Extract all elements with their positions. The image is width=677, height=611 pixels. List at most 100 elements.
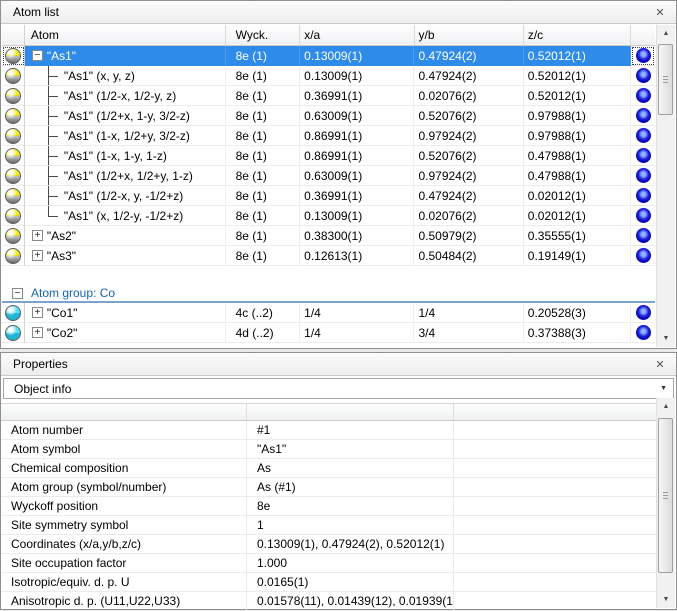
yb-cell[interactable]: 0.47924(2) (414, 46, 523, 66)
atom-group-row[interactable]: −Atom group: Co (2, 285, 655, 303)
wyckoff-cell[interactable]: 8e (1) (226, 226, 301, 246)
wyckoff-cell[interactable]: 8e (1) (226, 246, 301, 266)
atom-row[interactable]: +"Co2"4d (..2)1/43/40.37388(3) (2, 323, 655, 343)
xa-cell[interactable]: 0.86991(1) (300, 146, 414, 166)
xa-cell[interactable]: 0.86991(1) (300, 126, 414, 146)
xa-cell[interactable]: 0.38300(1) (300, 226, 414, 246)
close-icon[interactable]: ✕ (652, 4, 668, 20)
atom-color-button[interactable] (636, 128, 651, 143)
wyckoff-cell[interactable]: 8e (1) (226, 206, 301, 226)
zc-cell[interactable]: 0.20528(3) (524, 303, 631, 323)
property-row[interactable]: Site occupation factor1.000 (1, 554, 656, 573)
yb-cell[interactable]: 0.47924(2) (414, 66, 523, 86)
xa-cell[interactable]: 1/4 (300, 323, 414, 343)
zc-cell[interactable]: 0.02012(1) (524, 186, 631, 206)
wyckoff-cell[interactable]: 8e (1) (226, 86, 301, 106)
atom-icon-cell[interactable] (2, 66, 25, 86)
property-row[interactable]: Atom group (symbol/number)As (#1) (1, 478, 656, 497)
atom-name-cell[interactable]: "As1" (1/2+x, 1-y, 3/2-z) (25, 106, 226, 126)
expand-plus-icon[interactable]: + (32, 327, 43, 338)
yb-cell[interactable]: 0.52076(2) (414, 146, 523, 166)
wyckoff-cell[interactable]: 8e (1) (226, 146, 301, 166)
zc-cell[interactable]: 0.47988(1) (524, 146, 631, 166)
wyckoff-cell[interactable]: 4c (..2) (226, 303, 301, 323)
zc-cell[interactable]: 0.97988(1) (524, 106, 631, 126)
atom-icon-cell[interactable] (2, 303, 25, 323)
scroll-down-icon[interactable]: ▼ (657, 330, 675, 347)
yb-cell[interactable]: 0.50979(2) (414, 226, 523, 246)
xa-cell[interactable]: 0.36991(1) (300, 186, 414, 206)
xa-cell[interactable]: 0.13009(1) (300, 66, 414, 86)
atom-icon-cell[interactable] (2, 106, 25, 126)
atom-name-cell[interactable]: "As1" (1-x, 1/2+y, 3/2-z) (25, 126, 226, 146)
property-row[interactable]: Atom number#1 (1, 421, 656, 440)
atom-row[interactable]: +"Co1"4c (..2)1/41/40.20528(3) (2, 303, 655, 323)
atom-icon-cell[interactable] (2, 146, 25, 166)
property-row[interactable]: Chemical compositionAs (1, 459, 656, 478)
property-row[interactable]: Isotropic/equiv. d. p. U0.0165(1) (1, 573, 656, 592)
zc-cell[interactable]: 0.52012(1) (524, 46, 631, 66)
property-row[interactable]: Anisotropic d. p. (U11,U22,U33)0.01578(1… (1, 592, 656, 611)
atom-row[interactable]: "As1" (1/2-x, y, -1/2+z)8e (1)0.36991(1)… (2, 186, 655, 206)
atom-color-button[interactable] (636, 325, 651, 340)
atom-color-button[interactable] (636, 168, 651, 183)
atom-color-button[interactable] (636, 88, 651, 103)
atom-name-cell[interactable]: +"Co1" (25, 303, 226, 323)
collapse-minus-icon[interactable]: − (12, 288, 23, 299)
xa-cell[interactable]: 1/4 (300, 303, 414, 323)
zc-cell[interactable]: 0.52012(1) (524, 86, 631, 106)
xa-cell[interactable]: 0.63009(1) (300, 106, 414, 126)
wyckoff-cell[interactable]: 8e (1) (226, 46, 301, 66)
atom-name-cell[interactable]: "As1" (1/2-x, y, -1/2+z) (25, 186, 226, 206)
wyckoff-cell[interactable]: 8e (1) (226, 186, 301, 206)
atom-color-button[interactable] (636, 48, 651, 63)
atom-icon-cell[interactable] (2, 126, 25, 146)
atom-color-button[interactable] (636, 68, 651, 83)
collapse-minus-icon[interactable]: − (32, 50, 43, 61)
object-info-dropdown[interactable]: Object info ▼ (3, 378, 674, 399)
xa-cell[interactable]: 0.36991(1) (300, 86, 414, 106)
yb-cell[interactable]: 0.50484(2) (414, 246, 523, 266)
wyckoff-cell[interactable]: 8e (1) (226, 66, 301, 86)
atom-icon-cell[interactable] (2, 86, 25, 106)
property-row[interactable]: Coordinates (x/a,y/b,z/c)0.13009(1), 0.4… (1, 535, 656, 554)
atom-color-button[interactable] (636, 228, 651, 243)
atom-icon-cell[interactable] (2, 166, 25, 186)
atom-row[interactable]: "As1" (x, y, z)8e (1)0.13009(1)0.47924(2… (2, 66, 655, 86)
expand-plus-icon[interactable]: + (32, 307, 43, 318)
xa-cell[interactable]: 0.13009(1) (300, 206, 414, 226)
atom-color-button[interactable] (636, 305, 651, 320)
zc-cell[interactable]: 0.19149(1) (524, 246, 631, 266)
atom-name-cell[interactable]: +"As2" (25, 226, 226, 246)
scroll-up-icon[interactable]: ▲ (657, 25, 675, 42)
column-header-wyck[interactable]: Wyck. (226, 25, 301, 45)
property-row[interactable]: Site symmetry symbol1 (1, 516, 656, 535)
atom-name-cell[interactable]: "As1" (x, y, z) (25, 66, 226, 86)
column-header-atom[interactable]: Atom (25, 25, 226, 45)
properties-scrollbar-thumb[interactable] (658, 418, 673, 573)
close-icon[interactable]: ✕ (652, 356, 668, 372)
atom-row[interactable]: "As1" (x, 1/2-y, -1/2+z)8e (1)0.13009(1)… (2, 206, 655, 226)
atom-icon-cell[interactable] (2, 206, 25, 226)
atom-list-scrollbar[interactable]: ▲ ▼ (656, 25, 675, 347)
zc-cell[interactable]: 0.02012(1) (524, 206, 631, 226)
atom-row[interactable]: "As1" (1-x, 1/2+y, 3/2-z)8e (1)0.86991(1… (2, 126, 655, 146)
atom-icon-cell[interactable] (2, 46, 25, 66)
wyckoff-cell[interactable]: 8e (1) (226, 106, 301, 126)
column-header-icon[interactable] (2, 25, 25, 45)
atom-name-cell[interactable]: +"As3" (25, 246, 226, 266)
atom-color-button[interactable] (636, 208, 651, 223)
atom-icon-cell[interactable] (2, 323, 25, 343)
atom-name-cell[interactable]: −"As1" (25, 46, 226, 66)
atom-list-scrollbar-thumb[interactable] (658, 44, 673, 115)
xa-cell[interactable]: 0.63009(1) (300, 166, 414, 186)
atom-row[interactable]: +"As2"8e (1)0.38300(1)0.50979(2)0.35555(… (2, 226, 655, 246)
atom-row[interactable]: −"As1"8e (1)0.13009(1)0.47924(2)0.52012(… (2, 46, 655, 66)
scroll-up-icon[interactable]: ▲ (657, 398, 675, 415)
atom-row[interactable]: +"As3"8e (1)0.12613(1)0.50484(2)0.19149(… (2, 246, 655, 266)
zc-cell[interactable]: 0.97988(1) (524, 126, 631, 146)
wyckoff-cell[interactable]: 8e (1) (226, 126, 301, 146)
chevron-down-icon[interactable]: ▼ (660, 379, 667, 398)
atom-name-cell[interactable]: +"Co2" (25, 323, 226, 343)
column-header-color[interactable] (631, 25, 655, 45)
